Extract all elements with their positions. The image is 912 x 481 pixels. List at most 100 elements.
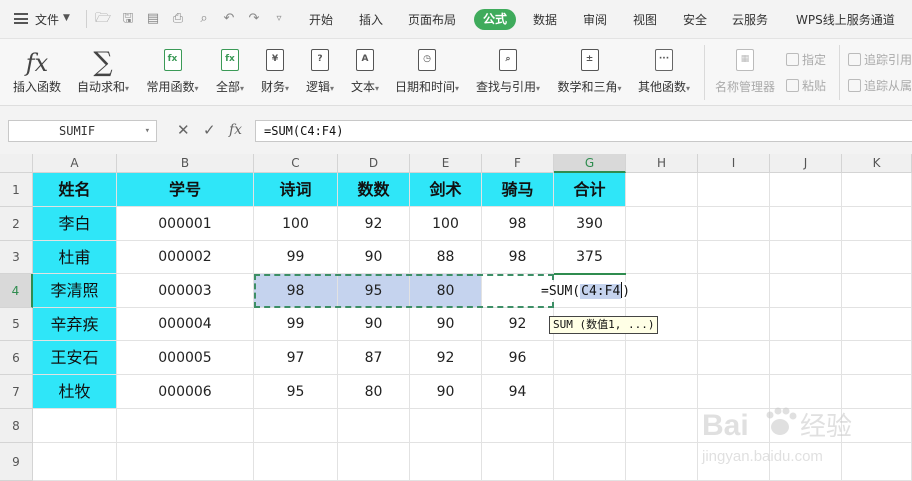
all-functions-button[interactable]: fx 全部▾ [210,39,250,106]
cell-f6[interactable]: 96 [482,341,554,375]
cell-a2[interactable]: 李白 [33,207,117,241]
cell-f1[interactable]: 骑马 [482,173,554,207]
name-box[interactable]: SUMIF ▾ [8,120,157,142]
cell-a3[interactable]: 杜甫 [33,241,117,274]
confirm-icon[interactable]: ✓ [203,122,216,138]
tab-home[interactable]: 开始 [309,11,333,28]
tab-data[interactable]: 数据 [533,11,557,28]
cell-i2[interactable] [698,207,770,241]
undo-icon[interactable]: ↶ [221,11,237,27]
column-header-e[interactable]: E [410,154,482,173]
define-name-button[interactable]: 指定 [786,51,826,68]
save-icon[interactable]: 🖫 [120,11,136,27]
cell-d5[interactable]: 90 [338,308,410,341]
column-header-i[interactable]: I [698,154,770,173]
row-header-1[interactable]: 1 [0,173,33,207]
cell-a6[interactable]: 王安石 [33,341,117,375]
cell-k2[interactable] [842,207,912,241]
tab-security[interactable]: 安全 [683,11,707,28]
menu-icon[interactable] [14,13,28,24]
cell-a8[interactable] [33,409,117,443]
cell-b5[interactable]: 000004 [117,308,254,341]
cell-c9[interactable] [254,443,338,481]
cancel-icon[interactable]: ✕ [177,122,190,138]
tab-wps-online[interactable]: WPS线上服务通道 [796,11,895,28]
cell-e2[interactable]: 100 [410,207,482,241]
cell-e5[interactable]: 90 [410,308,482,341]
cell-b7[interactable]: 000006 [117,375,254,409]
row-header-6[interactable]: 6 [0,341,33,375]
cell-f7[interactable]: 94 [482,375,554,409]
cell-h6[interactable] [626,341,698,375]
row-header-4[interactable]: 4 [0,274,33,308]
cell-k4[interactable] [842,274,912,308]
cell-j3[interactable] [770,241,842,274]
financial-button[interactable]: ¥ 财务▾ [255,39,295,106]
cell-h3[interactable] [626,241,698,274]
cell-g3[interactable]: 375 [554,241,626,274]
tab-insert[interactable]: 插入 [359,11,383,28]
cell-k3[interactable] [842,241,912,274]
cell-h4[interactable] [626,274,698,308]
cell-f8[interactable] [482,409,554,443]
cell-h8[interactable] [626,409,698,443]
cell-c4[interactable]: 98 [254,274,338,308]
cell-e6[interactable]: 92 [410,341,482,375]
cell-d8[interactable] [338,409,410,443]
column-header-g[interactable]: G [554,154,626,173]
cell-c8[interactable] [254,409,338,443]
autosum-button[interactable]: ∑ 自动求和▾ [72,39,134,106]
row-header-3[interactable]: 3 [0,241,33,274]
column-header-f[interactable]: F [482,154,554,173]
cell-b4[interactable]: 000003 [117,274,254,308]
math-trig-button[interactable]: ± 数学和三角▾ [552,39,627,106]
cell-j5[interactable] [770,308,842,341]
tab-view[interactable]: 视图 [633,11,657,28]
cell-a4[interactable]: 李清照 [33,274,117,308]
cell-d6[interactable]: 87 [338,341,410,375]
cell-e4[interactable]: 80 [410,274,482,308]
customize-toolbar-icon[interactable]: ▿ [271,11,287,27]
cell-c3[interactable]: 99 [254,241,338,274]
tab-review[interactable]: 审阅 [583,11,607,28]
cell-g1[interactable]: 合计 [554,173,626,207]
cell-g6[interactable] [554,341,626,375]
cell-k6[interactable] [842,341,912,375]
fx-icon[interactable]: fx [229,122,242,138]
cell-i6[interactable] [698,341,770,375]
chevron-down-icon[interactable]: ▼ [63,13,70,23]
cell-i3[interactable] [698,241,770,274]
file-menu[interactable]: 文件 [35,11,59,28]
print-preview-icon[interactable]: ⌕ [196,11,212,27]
row-header-7[interactable]: 7 [0,375,33,409]
column-header-c[interactable]: C [254,154,338,173]
cell-f9[interactable] [482,443,554,481]
tab-page-layout[interactable]: 页面布局 [408,11,456,28]
folder-open-icon[interactable]: 🗁 [95,11,111,27]
cell-j2[interactable] [770,207,842,241]
cell-a7[interactable]: 杜牧 [33,375,117,409]
column-header-b[interactable]: B [117,154,254,173]
trace-precedents-button[interactable]: 追踪引用 [848,51,912,68]
formula-input[interactable]: =SUM(C4:F4) [255,120,912,142]
cell-a1[interactable]: 姓名 [33,173,117,207]
cell-j6[interactable] [770,341,842,375]
column-header-d[interactable]: D [338,154,410,173]
export-pdf-icon[interactable]: ▤ [145,11,161,27]
cell-g9[interactable] [554,443,626,481]
cell-d1[interactable]: 数数 [338,173,410,207]
cell-g7[interactable] [554,375,626,409]
cell-b6[interactable]: 000005 [117,341,254,375]
cell-g8[interactable] [554,409,626,443]
cell-f5[interactable]: 92 [482,308,554,341]
chevron-down-icon[interactable]: ▾ [145,121,150,141]
cell-g2[interactable]: 390 [554,207,626,241]
cell-i1[interactable] [698,173,770,207]
cell-d7[interactable]: 80 [338,375,410,409]
cell-b1[interactable]: 学号 [117,173,254,207]
cell-edit-formula[interactable]: =SUM(C4:F4) [541,282,631,299]
cell-k1[interactable] [842,173,912,207]
cell-a9[interactable] [33,443,117,481]
common-functions-button[interactable]: fx 常用函数▾ [141,39,204,106]
cell-k5[interactable] [842,308,912,341]
